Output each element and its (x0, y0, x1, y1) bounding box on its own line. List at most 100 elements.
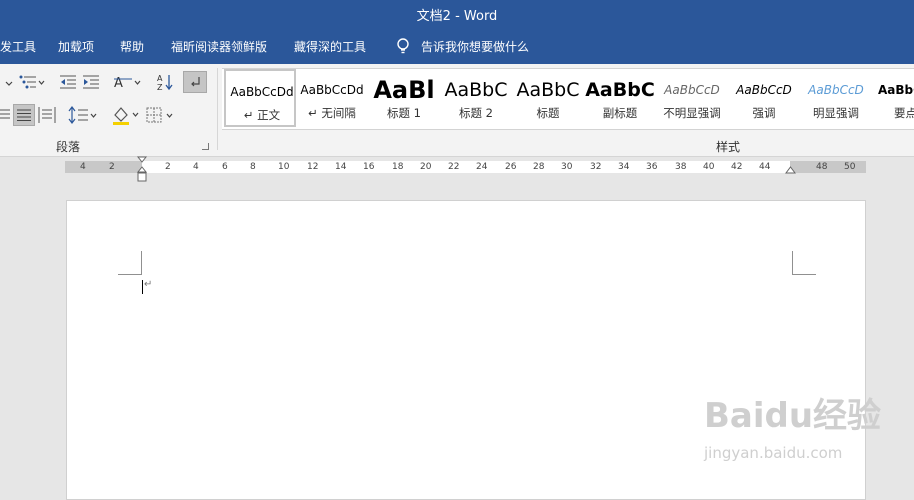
ruler-tick-label: 16 (363, 162, 375, 172)
ruler-tick-label: 32 (590, 162, 602, 172)
ruler-tick-label: 30 (561, 162, 573, 172)
style-preview: AaBbC (585, 79, 655, 101)
ruler-tick-label: 42 (731, 162, 743, 172)
paragraph-mark-icon (191, 77, 200, 87)
style-preview: AaBbCcDd (230, 85, 294, 99)
right-indent-marker-icon[interactable] (785, 166, 796, 175)
ruler-tick-label: 34 (618, 162, 630, 172)
borders-icon[interactable] (146, 106, 176, 124)
style-name: 要点 (894, 106, 914, 120)
ruler-tick-label: 2 (165, 162, 171, 172)
style-emphasis[interactable]: AaBbCcD 强调 (728, 69, 800, 127)
ruler-tick-label: 36 (646, 162, 658, 172)
ruler-tick-label: 20 (420, 162, 432, 172)
style-heading-2[interactable]: AaBbC 标题 2 (440, 69, 512, 127)
tab-help[interactable]: 帮助 (120, 38, 144, 55)
window-title: 文档2 - Word (416, 9, 498, 24)
tab-foxit-reader[interactable]: 福昕阅读器领鲜版 (171, 38, 267, 55)
style-heading-1[interactable]: AaBl 标题 1 (368, 69, 440, 127)
style-normal[interactable]: AaBbCcDd ↵ 正文 (224, 69, 296, 127)
svg-text:Z: Z (157, 83, 163, 91)
tab-developer[interactable]: 发工具 (0, 38, 36, 55)
tell-me-search[interactable]: 告诉我你想要做什么 (421, 38, 529, 55)
show-hide-marks-button[interactable] (183, 71, 207, 93)
ruler-tick-label: 18 (392, 162, 404, 172)
ruler-tick-label: 44 (759, 162, 771, 172)
styles-group-label: 样式 (716, 140, 741, 154)
style-name: 标题 1 (387, 106, 421, 120)
ruler-tick-label: 14 (335, 162, 347, 172)
ruler-tick-label: 4 (193, 162, 199, 172)
style-name: 副标题 (602, 106, 638, 120)
ruler-tick-label: 28 (533, 162, 545, 172)
style-strong[interactable]: AaBbC 要点 (872, 69, 914, 127)
style-preview: AaBbCcDd (300, 83, 364, 97)
paragraph-mark: ↵ (144, 279, 153, 290)
watermark-logo: Baidu经验 (704, 396, 882, 436)
align-distributed-icon (17, 109, 31, 121)
style-preview: AaBbCcD (736, 83, 792, 97)
tab-addins[interactable]: 加载项 (58, 38, 94, 55)
shading-icon[interactable] (111, 105, 141, 125)
style-no-spacing[interactable]: AaBbCcDd ↵ 无间隔 (296, 69, 368, 127)
crop-mark-left-h (118, 274, 142, 275)
ruler-tick-label: 12 (307, 162, 319, 172)
ruler-tick-label: 8 (250, 162, 256, 172)
increase-indent-icon[interactable] (82, 74, 100, 90)
ruler-tick-label: 50 (844, 162, 856, 172)
crop-mark-left-v (141, 251, 142, 275)
chinese-layout-icon[interactable]: A (112, 73, 142, 91)
ruler-tick-label: 48 (816, 162, 828, 172)
ruler-tick-label: 38 (675, 162, 687, 172)
ruler-tick-label: 22 (448, 162, 460, 172)
ruler-tick-label: 40 (703, 162, 715, 172)
ruler-tick-label: 6 (222, 162, 228, 172)
multilevel-list-icon[interactable] (18, 74, 46, 90)
align-justify-low-icon[interactable] (38, 106, 56, 124)
style-intense-emphasis[interactable]: AaBbCcD 明显强调 (800, 69, 872, 127)
style-subtle-emphasis[interactable]: AaBbCcD 不明显强调 (656, 69, 728, 127)
justify-icon[interactable] (0, 107, 12, 123)
ruler-tick-label: 10 (278, 162, 290, 172)
crop-mark-right-h (792, 274, 816, 275)
indent-markers-icon[interactable] (136, 156, 148, 183)
baidu-watermark: Baidu经验 jingyan.baidu.com (704, 388, 881, 468)
text-cursor (142, 280, 143, 294)
group-separator (217, 68, 218, 150)
style-preview: AaBbC (878, 83, 914, 97)
style-name: 标题 2 (459, 106, 493, 120)
style-name: 强调 (752, 106, 776, 120)
ruler-tick-label: 2 (109, 162, 115, 172)
style-title[interactable]: AaBbC 标题 (512, 69, 584, 127)
style-preview: AaBbCcD (664, 83, 720, 97)
style-name: 标题 (536, 106, 560, 120)
ribbon-tab-bar: 发工具 加载项 帮助 福昕阅读器领鲜版 藏得深的工具 告诉我你想要做什么 (0, 28, 914, 64)
style-preview: AaBbC (444, 79, 508, 101)
tab-hidden-tools[interactable]: 藏得深的工具 (294, 38, 366, 55)
style-preview: AaBbC (516, 79, 580, 101)
title-bar: 文档2 - Word (0, 0, 914, 28)
ruler-tick-label: 26 (505, 162, 517, 172)
bullets-dropdown-icon[interactable] (0, 74, 14, 90)
watermark-url: jingyan.baidu.com (704, 444, 843, 462)
decrease-indent-icon[interactable] (59, 74, 77, 90)
paragraph-group-label: 段落 (56, 140, 81, 154)
distributed-align-button[interactable] (13, 104, 35, 126)
style-subtitle[interactable]: AaBbC 副标题 (584, 69, 656, 127)
style-name: ↵ 正文 (243, 108, 281, 122)
paragraph-dialog-launcher[interactable] (202, 143, 209, 150)
ruler-tick-label: 4 (80, 162, 86, 172)
style-name: 明显强调 (813, 106, 859, 120)
style-name: ↵ 无间隔 (308, 106, 356, 120)
ruler-text-area (142, 161, 790, 173)
ruler-tick-label: 24 (476, 162, 488, 172)
style-preview: AaBbCcD (808, 83, 864, 97)
svg-text:A: A (157, 74, 163, 83)
lightbulb-icon[interactable] (395, 37, 411, 55)
sort-icon[interactable]: A Z (156, 73, 174, 91)
line-spacing-icon[interactable] (68, 106, 98, 124)
svg-text:A: A (114, 76, 123, 91)
style-preview: AaBl (373, 77, 435, 103)
style-name: 不明显强调 (663, 106, 721, 120)
crop-mark-right-v (792, 251, 793, 275)
